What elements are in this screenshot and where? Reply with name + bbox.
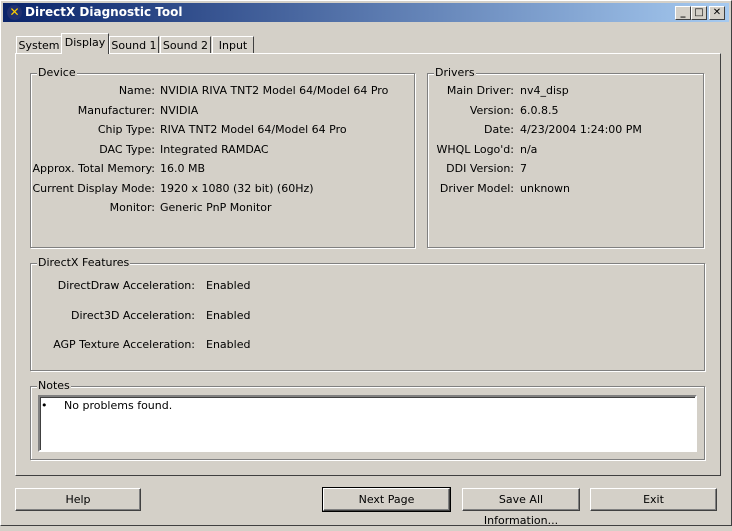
device-value: 16.0 MB bbox=[160, 162, 206, 175]
drivers-group-title: Drivers bbox=[434, 66, 476, 79]
maximize-button[interactable]: □ bbox=[691, 6, 707, 20]
driver-value: nv4_disp bbox=[520, 84, 569, 97]
feature-value: Enabled bbox=[206, 279, 251, 292]
feature-label: Direct3D Acceleration: bbox=[71, 309, 195, 322]
tab-system[interactable]: System bbox=[16, 36, 62, 54]
tab-sound-2[interactable]: Sound 2 bbox=[160, 36, 211, 54]
device-label: Chip Type: bbox=[97, 123, 155, 136]
directx-icon: ✕ bbox=[7, 5, 22, 20]
device-label: Manufacturer: bbox=[77, 104, 155, 117]
driver-value: n/a bbox=[520, 143, 538, 156]
driver-label: Date: bbox=[484, 123, 514, 136]
title-bar[interactable]: ✕ DirectX Diagnostic Tool _ □ ✕ bbox=[3, 3, 729, 22]
device-label: Current Display Mode: bbox=[32, 182, 155, 195]
window-title: DirectX Diagnostic Tool bbox=[25, 5, 183, 19]
note-item: No problems found. bbox=[64, 399, 173, 412]
device-value: Integrated RAMDAC bbox=[160, 143, 269, 156]
driver-label: DDI Version: bbox=[446, 162, 514, 175]
exit-button[interactable]: Exit bbox=[590, 488, 717, 511]
help-button[interactable]: Help bbox=[15, 488, 141, 511]
bullet: • bbox=[41, 399, 48, 412]
driver-value: 7 bbox=[520, 162, 527, 175]
device-label: Approx. Total Memory: bbox=[32, 162, 156, 175]
driver-label: Version: bbox=[469, 104, 514, 117]
device-group: Device bbox=[30, 66, 415, 248]
device-value: NVIDIA RIVA TNT2 Model 64/Model 64 Pro bbox=[160, 84, 389, 97]
close-button[interactable]: ✕ bbox=[709, 6, 725, 20]
driver-label: WHQL Logo'd: bbox=[436, 143, 514, 156]
feature-value: Enabled bbox=[206, 338, 251, 351]
device-value: Generic PnP Monitor bbox=[160, 201, 272, 214]
tab-sound-1[interactable]: Sound 1 bbox=[109, 36, 159, 54]
features-group-title: DirectX Features bbox=[37, 256, 131, 269]
driver-value: 6.0.8.5 bbox=[520, 104, 559, 117]
driver-label: Driver Model: bbox=[439, 182, 514, 195]
feature-value: Enabled bbox=[206, 309, 251, 322]
feature-label: DirectDraw Acceleration: bbox=[57, 279, 195, 292]
drivers-group: Drivers bbox=[427, 66, 704, 248]
driver-value: unknown bbox=[520, 182, 570, 195]
feature-label: AGP Texture Acceleration: bbox=[53, 338, 195, 351]
device-value: 1920 x 1080 (32 bit) (60Hz) bbox=[160, 182, 314, 195]
tab-input[interactable]: Input bbox=[212, 36, 254, 54]
notes-group-title: Notes bbox=[37, 379, 71, 392]
device-group-title: Device bbox=[37, 66, 77, 79]
driver-value: 4/23/2004 1:24:00 PM bbox=[520, 123, 642, 136]
device-value: NVIDIA bbox=[160, 104, 199, 117]
save-all-information-button[interactable]: Save All Information... bbox=[462, 488, 580, 527]
notes-box[interactable]: • No problems found. bbox=[38, 395, 697, 452]
device-label: Name: bbox=[118, 84, 155, 97]
minimize-button[interactable]: _ bbox=[675, 6, 691, 20]
next-page-button[interactable]: Next Page bbox=[322, 487, 451, 512]
device-value: RIVA TNT2 Model 64/Model 64 Pro bbox=[160, 123, 347, 136]
device-label: DAC Type: bbox=[99, 143, 155, 156]
device-label: Monitor: bbox=[109, 201, 155, 214]
driver-label: Main Driver: bbox=[446, 84, 514, 97]
tab-display[interactable]: Display bbox=[61, 33, 109, 54]
